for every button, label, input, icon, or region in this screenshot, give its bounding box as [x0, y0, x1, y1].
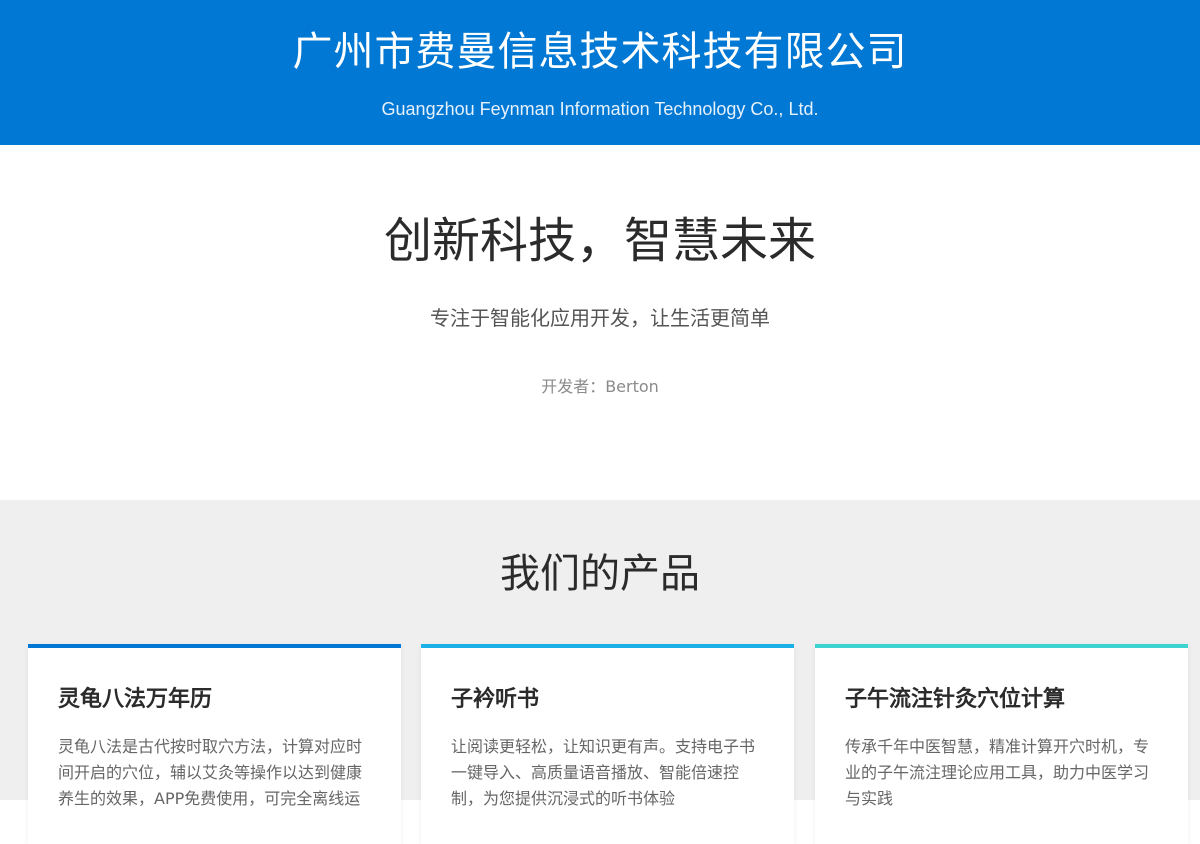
product-card-description: 传承千年中医智慧，精准计算开穴时机，专业的子午流注理论应用工具，助力中医学习与实…: [845, 737, 1150, 808]
product-card-title: 子午流注针灸穴位计算: [845, 687, 1066, 712]
hero-section: 创新科技，智慧未来 专注于智能化应用开发，让生活更简单 开发者：Berton: [0, 145, 1200, 500]
company-name-en: Guangzhou Feynman Information Technology…: [381, 99, 819, 119]
site-header: 广州市费曼信息技术科技有限公司 Guangzhou Feynman Inform…: [0, 0, 1200, 145]
product-card-ziwu[interactable]: 子午流注针灸穴位计算 传承千年中医智慧，精准计算开穴时机，专业的子午流注理论应用…: [815, 644, 1188, 844]
products-section-title: 我们的产品: [500, 551, 700, 597]
card-accent-bar: [28, 644, 401, 648]
product-card-title: 灵龟八法万年历: [58, 687, 213, 712]
products-section: 我们的产品 灵龟八法万年历 灵龟八法是古代按时取穴方法，计算对应时间开启的穴位，…: [0, 500, 1200, 844]
product-card-title: 子衿听书: [451, 687, 540, 712]
card-accent-bar: [421, 644, 794, 648]
hero-headline: 创新科技，智慧未来: [383, 213, 816, 269]
developer-credit: 开发者：Berton: [541, 377, 659, 396]
product-card-zijin[interactable]: 子衿听书 让阅读更轻松，让知识更有声。支持电子书一键导入、高质量语音播放、智能倍…: [421, 644, 794, 844]
product-card-description: 让阅读更轻松，让知识更有声。支持电子书一键导入、高质量语音播放、智能倍速控制，为…: [451, 737, 756, 808]
card-accent-bar: [815, 644, 1188, 648]
product-card-lingui[interactable]: 灵龟八法万年历 灵龟八法是古代按时取穴方法，计算对应时间开启的穴位，辅以艾灸等操…: [28, 644, 401, 844]
hero-tagline: 专注于智能化应用开发，让生活更简单: [430, 306, 770, 330]
product-card-description: 灵龟八法是古代按时取穴方法，计算对应时间开启的穴位，辅以艾灸等操作以达到健康养生…: [58, 737, 363, 808]
company-name: 广州市费曼信息技术科技有限公司: [292, 29, 908, 75]
